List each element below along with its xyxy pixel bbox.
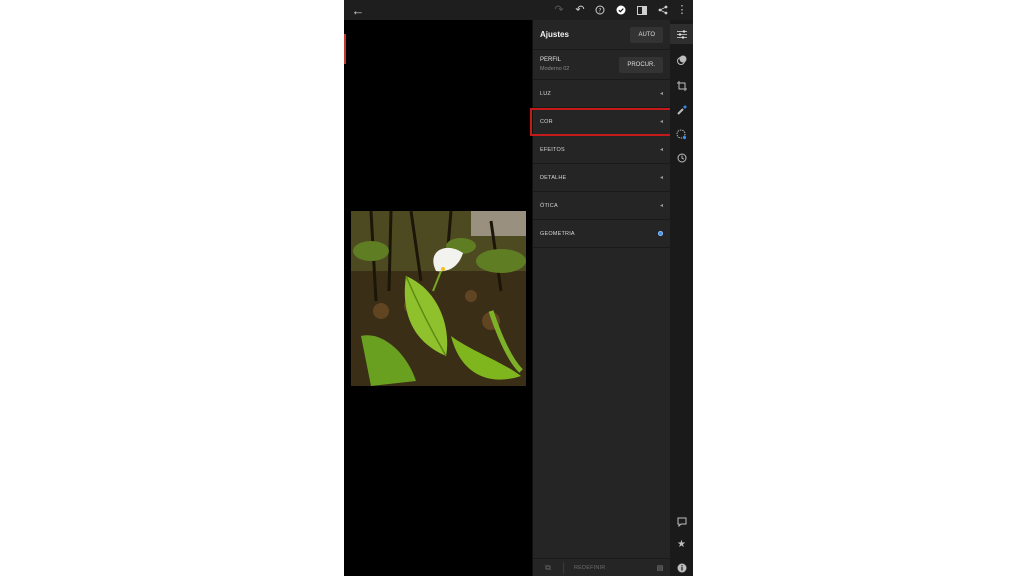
browse-profile-button[interactable]: PROCUR. [619, 56, 663, 73]
more-icon[interactable]: ⋮ [674, 2, 690, 18]
copy-settings-icon[interactable]: ⧉ [533, 563, 563, 573]
healing-icon[interactable] [670, 100, 693, 120]
profile-info: PERFIL Moderno 02 [540, 56, 569, 74]
panel-header: Ajustes AUTO [533, 20, 670, 50]
svg-text:?: ? [598, 7, 601, 14]
section-label: DETALHE [540, 174, 567, 181]
profile-label: PERFIL [540, 56, 562, 63]
section-label: GEOMETRIA [540, 230, 575, 237]
share-icon[interactable] [655, 2, 671, 18]
history-icon[interactable] [670, 148, 693, 168]
panel-footer: ⧉ REDEFINIR ▤ [533, 558, 670, 576]
back-arrow-icon[interactable]: ← [350, 2, 366, 18]
panel-title: Ajustes [540, 30, 569, 39]
premium-dot-icon [658, 231, 663, 236]
reset-button[interactable]: REDEFINIR [564, 565, 650, 571]
star-icon[interactable]: ★ [670, 534, 693, 554]
redo-icon[interactable]: ↷ [551, 2, 567, 18]
adjustments-panel: Ajustes AUTO PERFIL Moderno 02 PROCUR. L… [530, 20, 674, 576]
section-geometry[interactable]: GEOMETRIA [533, 220, 670, 248]
section-detail[interactable]: DETALHE ◂ [533, 164, 670, 192]
profile-value: Moderno 02 [540, 65, 570, 72]
crop-icon[interactable] [670, 76, 693, 96]
filmstrip-marker [344, 34, 346, 64]
chevron-left-icon: ◂ [659, 147, 663, 153]
section-label: COR [540, 118, 553, 125]
comment-icon[interactable] [670, 512, 693, 532]
presets-icon[interactable]: ▤ [650, 564, 670, 572]
chevron-left-icon: ◂ [659, 203, 663, 209]
compare-icon[interactable] [634, 2, 650, 18]
help-icon[interactable]: ? [592, 2, 608, 18]
tool-rail: ★ [670, 20, 693, 576]
section-optics[interactable]: ÓTICA ◂ [533, 192, 670, 220]
section-label: ÓTICA [540, 202, 558, 209]
section-label: EFEITOS [540, 146, 565, 153]
auto-button[interactable]: AUTO [630, 26, 663, 43]
profile-row[interactable]: PERFIL Moderno 02 PROCUR. [533, 50, 670, 80]
chevron-left-icon: ◂ [659, 175, 663, 181]
top-toolbar: ← ↷ ↶ ? ⋮ [344, 0, 693, 20]
undo-icon[interactable]: ↶ [572, 2, 588, 18]
section-light[interactable]: LUZ ◂ [533, 80, 670, 108]
photo [351, 211, 526, 386]
masking-icon[interactable] [670, 124, 693, 144]
section-label: LUZ [540, 90, 551, 97]
section-color[interactable]: COR ◂ [530, 108, 674, 136]
sliders-icon[interactable] [670, 24, 693, 44]
chevron-left-icon: ◂ [659, 91, 663, 97]
chevron-left-icon: ◂ [659, 119, 663, 125]
photo-canvas[interactable] [344, 20, 532, 576]
presets-icon[interactable] [670, 50, 693, 70]
check-icon[interactable] [613, 2, 629, 18]
lightroom-app: ← ↷ ↶ ? ⋮ Ajustes AUTO PERFIL Moderno 02… [344, 0, 693, 576]
section-effects[interactable]: EFEITOS ◂ [533, 136, 670, 164]
info-icon[interactable] [670, 558, 693, 576]
